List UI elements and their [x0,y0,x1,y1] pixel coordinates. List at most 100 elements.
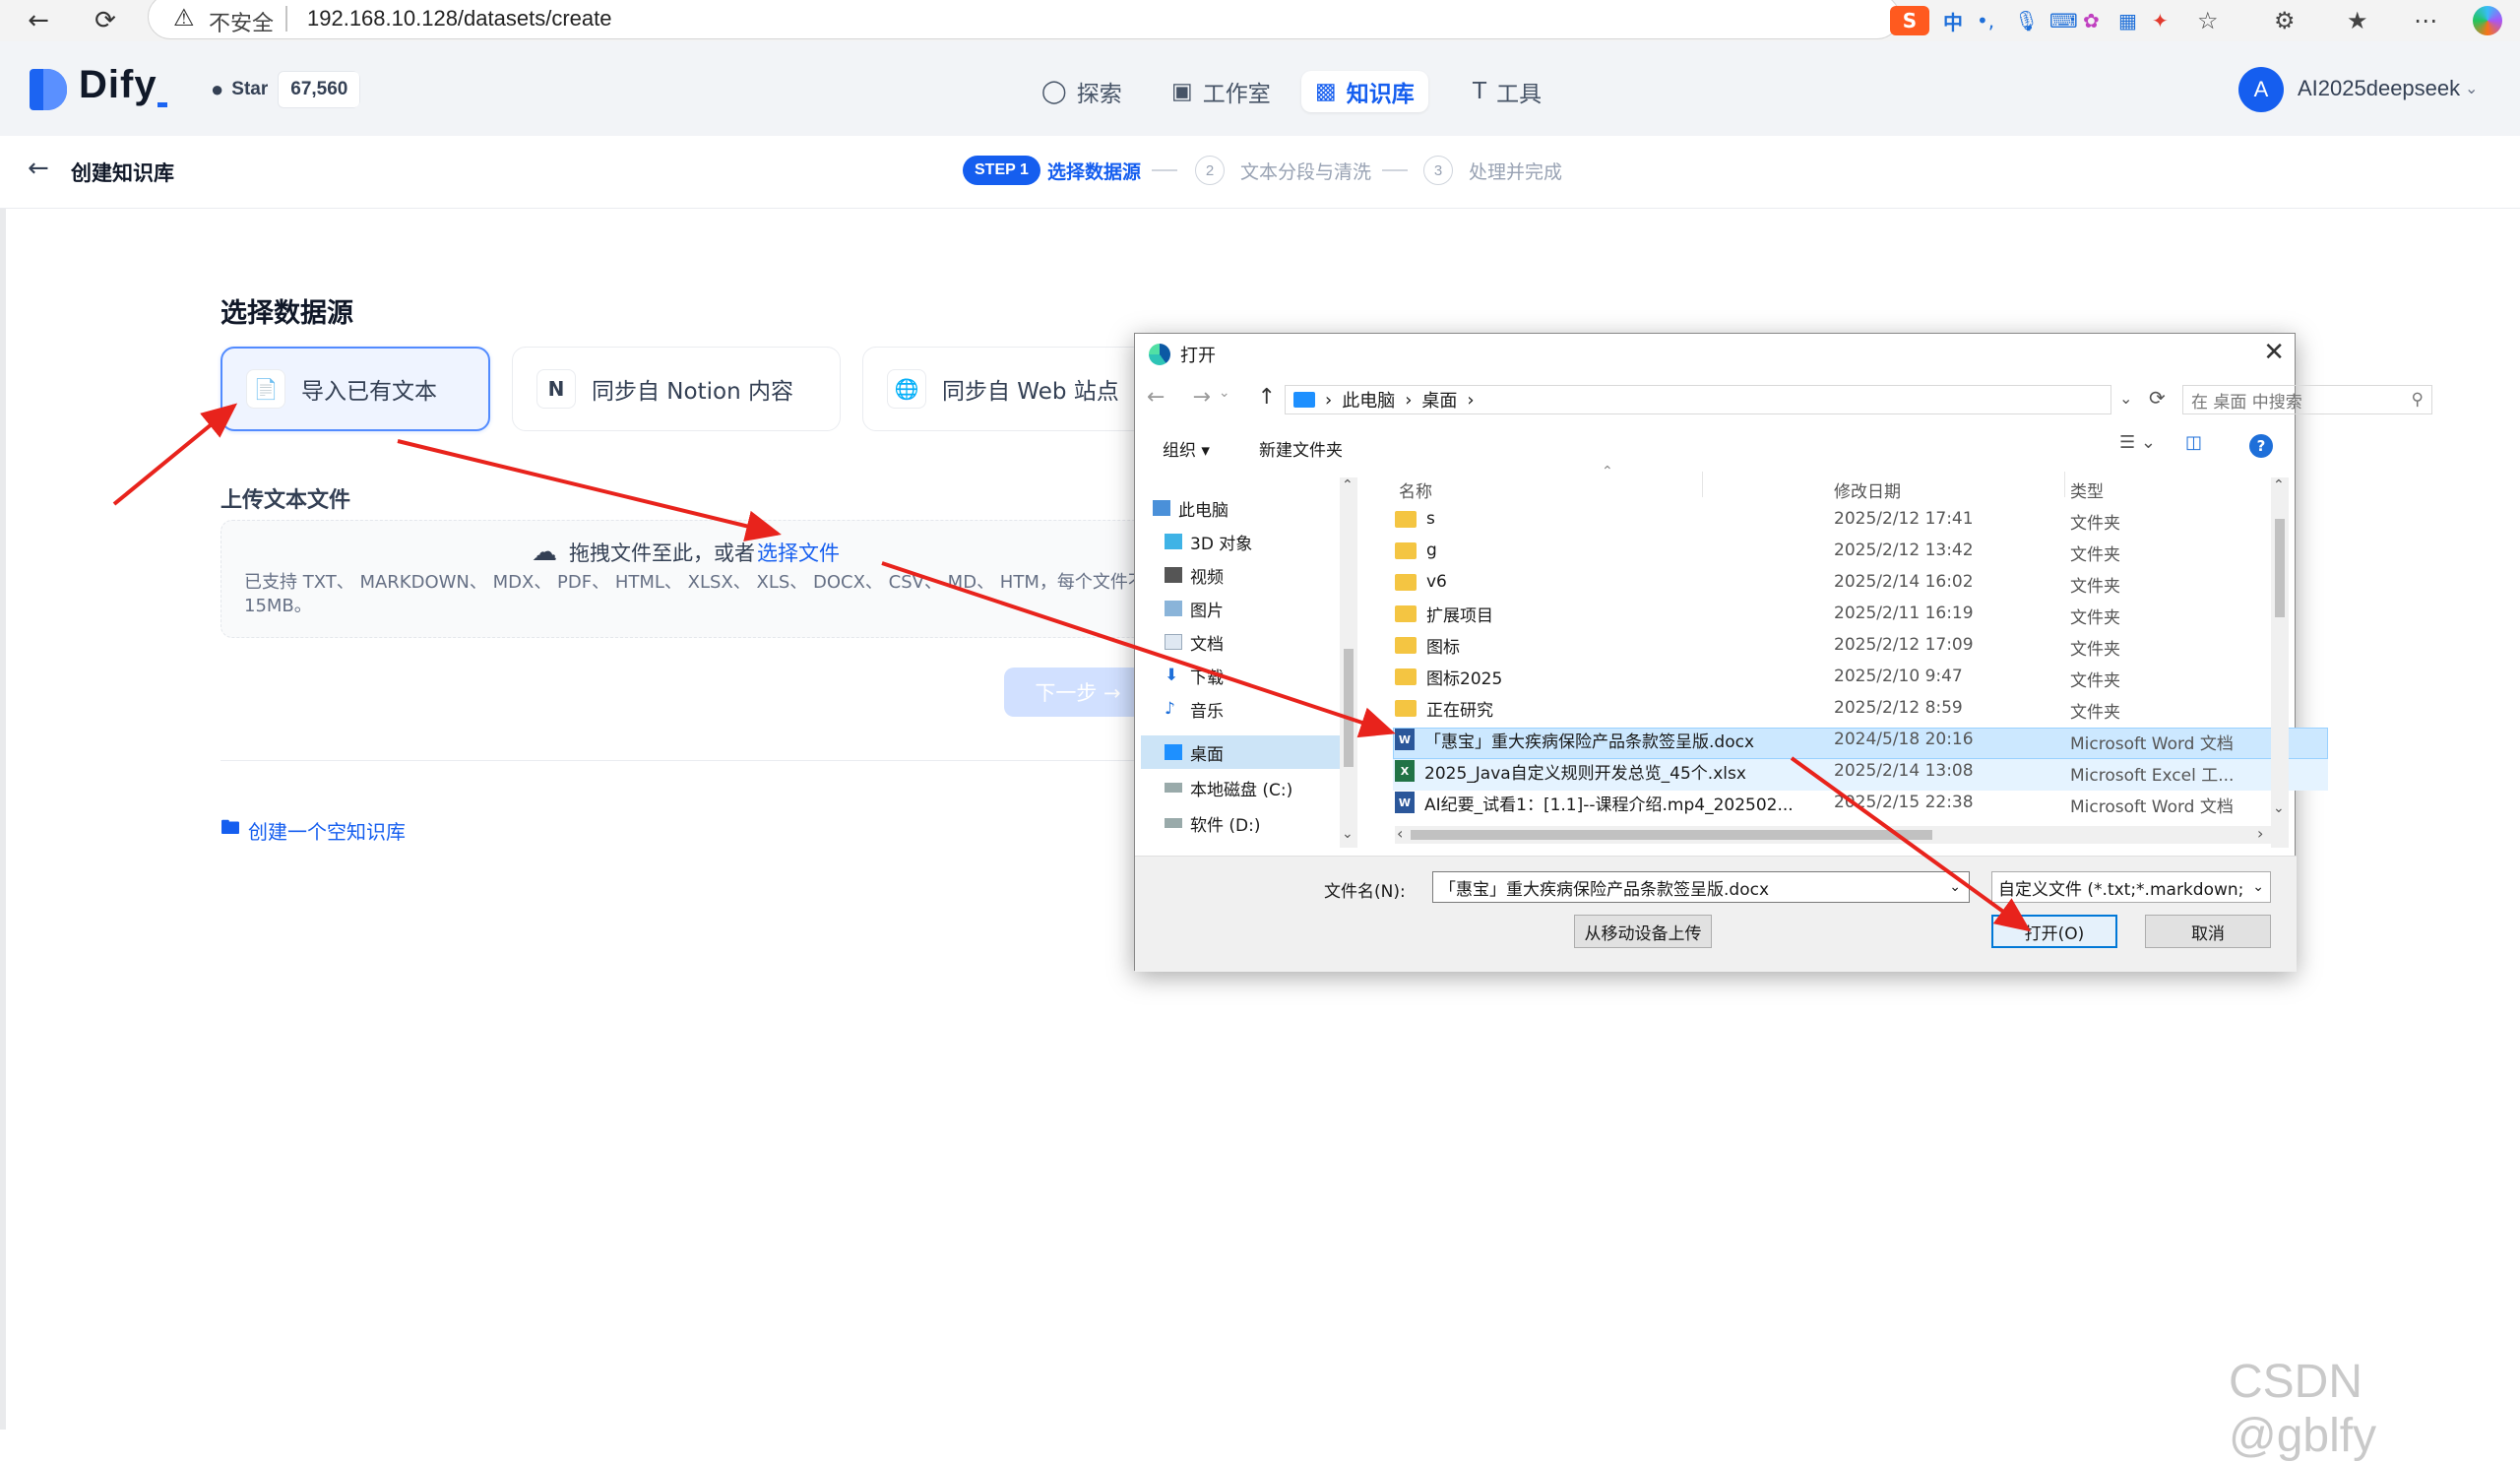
cancel-button[interactable]: 取消 [2145,915,2271,948]
file-date: 2025/2/12 13:42 [1834,541,1974,560]
chevron-up-icon[interactable]: ⌃ [2273,477,2285,493]
view-mode-icon[interactable]: ☰ ⌄ [2119,432,2156,453]
refresh-icon[interactable]: ⟳ [2149,386,2166,410]
column-name[interactable]: 名称 [1399,477,1432,502]
github-star-button[interactable]: ● Star 67,560 [205,71,361,108]
more-icon[interactable]: ⋯ [2414,6,2437,35]
cloud-upload-icon: ☁ [532,538,557,567]
choose-file-link[interactable]: 选择文件 [757,538,840,567]
column-date[interactable]: 修改日期 [1834,477,1901,502]
column-type[interactable]: 类型 [2070,477,2104,502]
horizontal-scroll-thumb[interactable] [1411,830,1932,840]
preview-pane-icon[interactable]: ◫ [2185,432,2202,453]
new-folder-button[interactable]: 新建文件夹 [1259,436,1343,461]
username[interactable]: AI2025deepseek [2298,76,2460,101]
chevron-left-icon[interactable]: ‹ [1397,824,1403,843]
file-type-filter[interactable]: 自定义文件 (*.txt;*.markdown; ⌄ [1991,871,2271,903]
tree-label: 下载 [1190,668,1224,688]
nav-explore[interactable]: ◯ 探索 [1028,71,1136,112]
chevron-down-icon[interactable]: ⌄ [2273,800,2285,816]
tree-label: 此电脑 [1178,500,1228,521]
ime-punct-icon[interactable]: •, [1977,6,1994,35]
ime-chinese-icon[interactable]: 中 [1943,6,1963,35]
source-import-text[interactable]: 📄 导入已有文本 [220,347,490,431]
file-type: 文件夹 [2070,608,2120,628]
edge-icon [1149,344,1170,365]
url-text[interactable]: 192.168.10.128/datasets/create [307,6,611,32]
section-title: 选择数据源 [220,298,353,329]
avatar[interactable]: A [2238,67,2284,112]
tree-scroll-thumb[interactable] [1344,649,1354,767]
skin-icon[interactable]: ✿ [2083,6,2100,35]
tree-item-this-pc[interactable]: 此电脑 [1153,491,1228,525]
close-icon[interactable]: ✕ [2263,338,2285,367]
nav-tools[interactable]: T 工具 [1459,71,1555,112]
path-separator: › [1467,389,1475,411]
source-label: 同步自 Web 站点 [942,379,1119,405]
open-button[interactable]: 打开(O) [1991,915,2117,948]
tree-item-music[interactable]: ♪ 音乐 [1165,692,1224,726]
ime-tool-icon[interactable]: ✦ [2152,6,2169,35]
back-arrow-icon[interactable]: ← [20,2,57,39]
tree-item-documents[interactable]: 文档 [1165,625,1224,659]
tree-item-pictures[interactable]: 图片 [1165,592,1224,625]
tree-label: 本地磁盘 (C:) [1190,780,1293,800]
chevron-down-icon[interactable]: ⌄ [1949,879,1961,895]
grid-icon[interactable]: ▦ [2118,6,2137,35]
source-notion[interactable]: N 同步自 Notion 内容 [512,347,841,431]
file-scroll-thumb[interactable] [2275,519,2285,617]
picture-icon [1165,601,1182,616]
microphone-icon[interactable]: 🎙 [2014,6,2039,35]
file-type: 文件夹 [2070,640,2120,660]
chevron-down-icon[interactable]: ⌄ [2119,389,2132,408]
tree-item-disk-d[interactable]: 软件 (D:) [1165,806,1261,840]
dify-logo-icon[interactable] [30,69,67,110]
sogou-ime-icon[interactable]: S [1890,6,1929,35]
upload-from-mobile-button[interactable]: 从移动设备上传 [1574,915,1712,948]
path-segment[interactable]: 此电脑 [1342,387,1395,413]
search-input[interactable]: 在 桌面 中搜索 ⚲ [2182,385,2432,414]
file-name: s [1426,509,1435,529]
dify-logo-text[interactable]: Dify [79,63,158,107]
next-button[interactable]: 下一步 → [1004,668,1152,717]
tree-item-disk-c[interactable]: 本地磁盘 (C:) [1165,771,1292,804]
nav-studio[interactable]: ▣ 工作室 [1158,71,1285,112]
favorites-icon[interactable]: ★ [2347,6,2368,35]
nav-knowledge[interactable]: ▩ 知识库 [1301,71,1428,112]
tree-item-downloads[interactable]: ⬇ 下载 [1165,659,1224,692]
tree-item-video[interactable]: 视频 [1165,558,1224,592]
filename-value: 「惠宝」重大疾病保险产品条款签呈版.docx [1439,879,1770,900]
back-arrow-icon[interactable]: ← [28,154,49,183]
extensions-icon[interactable]: ⚙ [2274,6,2296,35]
forward-arrow-icon[interactable]: → [1192,385,1210,410]
folder-icon: 🖿 [220,815,240,839]
dialog-title-bar: 打开 [1149,342,1216,367]
help-icon[interactable]: ? [2249,434,2273,458]
organize-menu[interactable]: 组织 ▾ [1163,436,1210,461]
back-arrow-icon[interactable]: ← [1147,385,1165,410]
tree-item-3d[interactable]: 3D 对象 [1165,525,1252,558]
filename-input[interactable]: 「惠宝」重大疾病保险产品条款签呈版.docx ⌄ [1432,871,1970,903]
path-segment[interactable]: 桌面 [1421,387,1457,413]
chevron-down-icon[interactable]: ⌄ [2465,79,2478,97]
step-3-label: 处理并完成 [1469,161,1563,183]
file-date: 2025/2/15 22:38 [1834,793,1974,812]
favorite-star-icon[interactable]: ☆ [2197,6,2219,35]
keyboard-icon[interactable]: ⌨ [2049,6,2078,35]
step-2-number: 2 [1195,156,1225,185]
chevron-down-icon[interactable]: ⌄ [1342,826,1354,842]
reload-icon[interactable]: ⟳ [87,2,124,39]
chevron-down-icon[interactable]: ⌄ [1219,385,1230,410]
create-empty-knowledge-link[interactable]: 🖿 创建一个空知识库 [220,813,406,847]
tree-item-desktop[interactable]: 桌面 [1165,735,1224,769]
chevron-right-icon[interactable]: › [2257,824,2263,843]
insecure-label[interactable]: 不安全 [209,6,274,37]
up-arrow-icon[interactable]: ↑ [1258,385,1276,410]
chevron-up-icon[interactable]: ⌃ [1342,477,1354,493]
path-bar[interactable]: › 此电脑 › 桌面 › [1285,385,2111,414]
search-placeholder: 在 桌面 中搜索 [2191,392,2302,413]
copilot-icon[interactable] [2473,6,2502,35]
warning-icon[interactable]: ⚠ [173,4,195,32]
arrow-to-import-card [112,403,238,506]
source-web[interactable]: 🌐 同步自 Web 站点 [862,347,1148,431]
